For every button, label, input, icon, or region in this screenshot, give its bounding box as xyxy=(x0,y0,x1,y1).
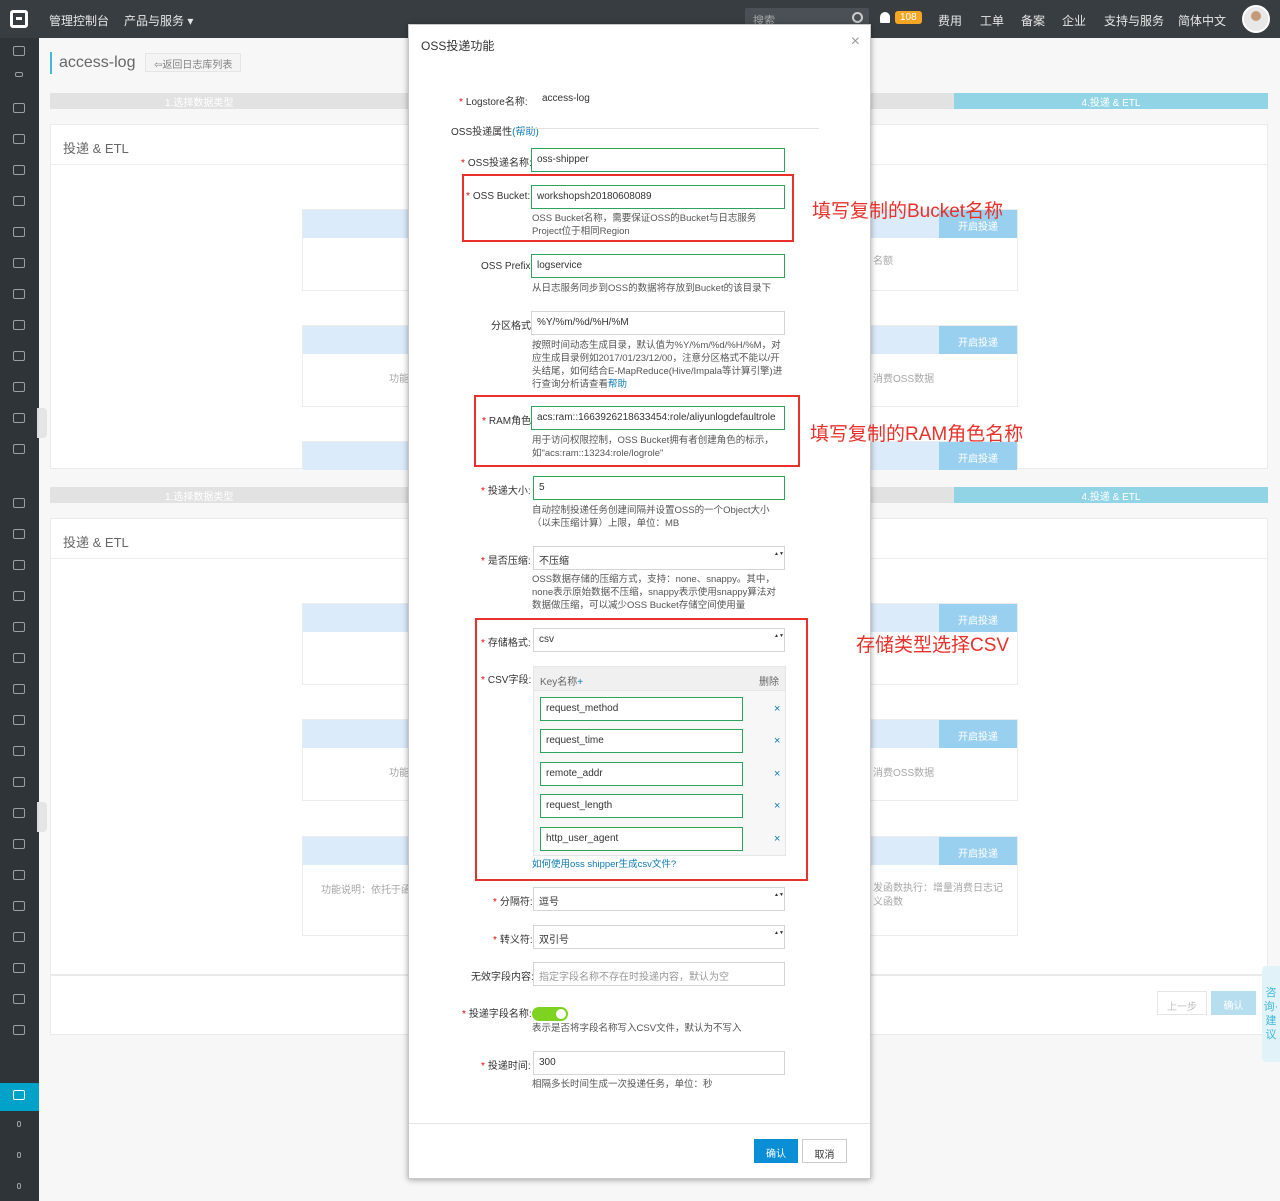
oss-prefix-input[interactable]: logservice xyxy=(531,254,785,278)
rail-icon-27[interactable] xyxy=(13,932,25,942)
rail-icon-15[interactable] xyxy=(13,560,25,570)
rail-icon-25[interactable] xyxy=(13,870,25,880)
delimiter-select[interactable]: 逗号 xyxy=(533,887,785,911)
rail-icon-21[interactable] xyxy=(13,746,25,756)
rail-icon-1[interactable] xyxy=(13,103,25,113)
shipper-name-input[interactable]: oss-shipper xyxy=(531,148,785,172)
search-icon[interactable] xyxy=(852,12,863,23)
notification-badge[interactable]: 108 xyxy=(895,11,922,24)
rail-icon-28[interactable] xyxy=(13,963,25,973)
bucket-highlight-box xyxy=(462,174,794,242)
delimiter-label: * 分隔符: xyxy=(493,897,533,908)
log-service-icon[interactable] xyxy=(13,1090,25,1100)
rail-icon-17[interactable] xyxy=(13,622,25,632)
nav-billing[interactable]: 费用 xyxy=(938,12,962,29)
rail-icon-20[interactable] xyxy=(13,715,25,725)
chevron-right-icon[interactable] xyxy=(17,1121,21,1127)
nav-icp[interactable]: 备案 xyxy=(1021,12,1045,29)
invalid-content-input[interactable]: 指定字段名称不存在时投递内容，默认为空 xyxy=(533,962,785,986)
size-hint: 自动控制投递任务创建间隔并设置OSS的一个Object大小（以未压缩计算）上限，… xyxy=(532,505,770,529)
rail-icon-11[interactable] xyxy=(13,413,25,423)
dialog-confirm-button[interactable]: 确认 xyxy=(754,1139,798,1163)
close-icon[interactable]: × xyxy=(851,33,860,51)
rail-icon-7[interactable] xyxy=(13,289,25,299)
rail-icon-5[interactable] xyxy=(13,227,25,237)
aliyun-logo-icon[interactable] xyxy=(10,10,28,28)
compress-hint: OSS数据存储的压缩方式，支持：none、snappy。其中，none表示原始数… xyxy=(532,574,776,611)
ram-annotation: 填写复制的RAM角色名称 xyxy=(810,424,1024,445)
section-title: OSS投递属性(帮助) xyxy=(451,127,539,138)
rail-icon-9[interactable] xyxy=(13,351,25,361)
rail-icon-2[interactable] xyxy=(13,134,25,144)
prefix-hint: 从日志服务同步到OSS的数据将存放到Bucket的该目录下 xyxy=(532,283,772,294)
menu-icon[interactable] xyxy=(13,46,25,56)
invalid-content-label: 无效字段内容: xyxy=(471,972,534,983)
rail-icon-22[interactable] xyxy=(13,777,25,787)
nav-tickets[interactable]: 工单 xyxy=(980,12,1004,29)
time-hint: 相隔多长时间生成一次投递任务，单位：秒 xyxy=(532,1079,713,1090)
name-label: * OSS投递名称: xyxy=(461,158,532,169)
header-hint: 表示是否将字段名称写入CSV文件，默认为不写入 xyxy=(532,1023,742,1034)
ram-highlight-box xyxy=(474,395,800,467)
write-header-toggle[interactable] xyxy=(532,1007,568,1021)
escape-label: * 转义符: xyxy=(493,935,533,946)
logstore-label: * Logstore名称: xyxy=(459,97,528,108)
size-label: * 投递大小: xyxy=(481,486,531,497)
partition-hint: 按照时间动态生成目录，默认值为%Y/%m/%d/%H/%M，对应生成目录例如20… xyxy=(532,340,783,390)
partition-label: 分区格式: xyxy=(491,321,534,332)
nav-language[interactable]: 简体中文 xyxy=(1178,12,1226,29)
rail-icon-3[interactable] xyxy=(13,165,25,175)
csv-highlight-box xyxy=(475,618,808,881)
rail-icon-8[interactable] xyxy=(13,320,25,330)
dialog-footer-divider xyxy=(409,1123,870,1124)
nav-enterprise[interactable]: 企业 xyxy=(1062,12,1086,29)
partition-format-input[interactable]: %Y/%m/%d/%H/%M xyxy=(531,311,785,335)
dialog-cancel-button[interactable]: 取消 xyxy=(802,1139,847,1163)
dialog-title: OSS投递功能 xyxy=(421,39,495,53)
rail-icon-24[interactable] xyxy=(13,839,25,849)
rail-icon-10[interactable] xyxy=(13,382,25,392)
rail-icon-30[interactable] xyxy=(13,1025,25,1035)
rail-icon-12[interactable] xyxy=(13,444,25,454)
csv-annotation: 存储类型选择CSV xyxy=(856,635,1010,656)
logstore-value: access-log xyxy=(542,93,590,104)
nav-support[interactable]: 支持与服务 xyxy=(1104,12,1164,29)
ship-time-input[interactable]: 300 xyxy=(533,1051,785,1075)
rail-icon-14[interactable] xyxy=(13,529,25,539)
products-menu[interactable]: 产品与服务 ▾ xyxy=(124,12,193,29)
collapse-icon[interactable] xyxy=(15,72,23,77)
time-label: * 投递时间: xyxy=(481,1061,531,1072)
bell-icon[interactable] xyxy=(880,12,890,23)
compress-label: * 是否压缩: xyxy=(481,556,531,567)
rail-icon-18[interactable] xyxy=(13,653,25,663)
console-link[interactable]: 管理控制台 xyxy=(49,12,109,29)
rail-icon-13[interactable] xyxy=(13,498,25,508)
compress-select[interactable]: 不压缩 xyxy=(533,546,785,570)
rail-icon-29[interactable] xyxy=(13,994,25,1004)
avatar[interactable] xyxy=(1242,5,1270,33)
left-rail xyxy=(0,38,39,1201)
rail-icon-23[interactable] xyxy=(13,808,25,818)
chevron-right-icon[interactable] xyxy=(17,1183,21,1189)
rail-icon-4[interactable] xyxy=(13,196,25,206)
rail-icon-26[interactable] xyxy=(13,901,25,911)
rail-icon-6[interactable] xyxy=(13,258,25,268)
section-divider xyxy=(517,128,819,129)
bucket-annotation: 填写复制的Bucket名称 xyxy=(812,201,1004,222)
ship-size-input[interactable]: 5 xyxy=(533,476,785,500)
header-label: * 投递字段名称: xyxy=(462,1009,532,1020)
rail-icon-19[interactable] xyxy=(13,684,25,694)
partition-help-link[interactable]: 帮助 xyxy=(608,379,627,390)
chevron-right-icon[interactable] xyxy=(17,1152,21,1158)
escape-select[interactable]: 双引号 xyxy=(533,925,785,949)
rail-icon-16[interactable] xyxy=(13,591,25,601)
prefix-label: OSS Prefix: xyxy=(481,261,534,272)
